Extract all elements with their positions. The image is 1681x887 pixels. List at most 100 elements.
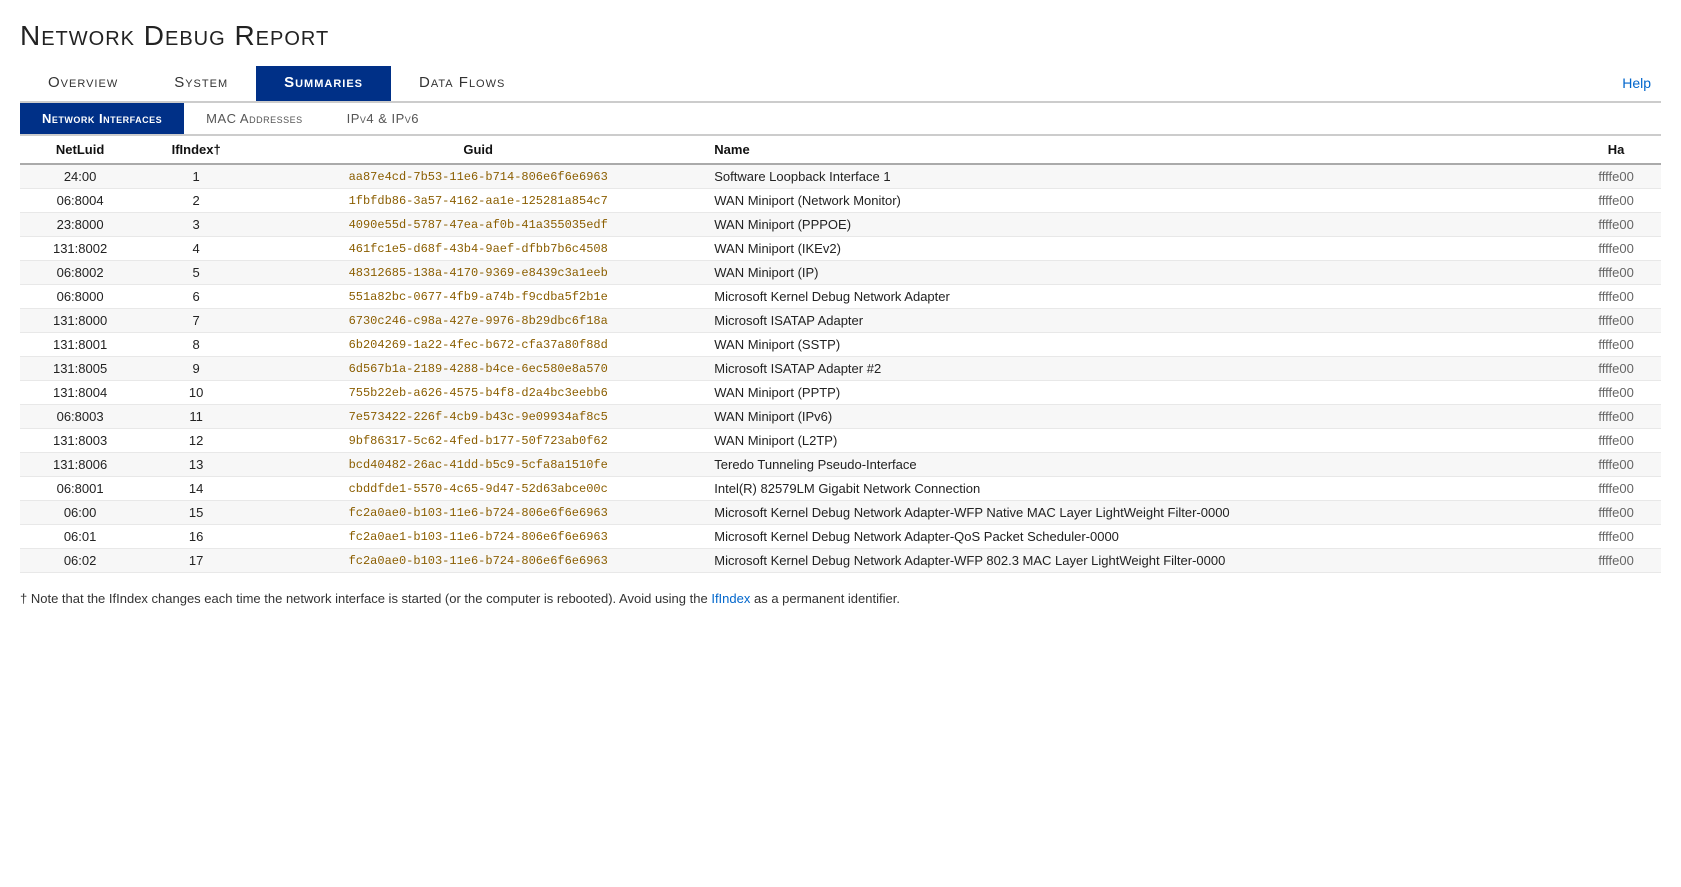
cell-netluid: 24:00 (20, 164, 140, 189)
cell-ifindex: 10 (140, 381, 252, 405)
cell-guid: 461fc1e5-d68f-43b4-9aef-dfbb7b6c4508 (252, 237, 704, 261)
cell-name: WAN Miniport (IP) (704, 261, 1571, 285)
cell-netluid: 131:8003 (20, 429, 140, 453)
cell-netluid: 06:00 (20, 501, 140, 525)
cell-name: WAN Miniport (L2TP) (704, 429, 1571, 453)
table-row: 131:8004 10 755b22eb-a626-4575-b4f8-d2a4… (20, 381, 1661, 405)
cell-ha: ffffe00 (1571, 501, 1661, 525)
cell-ifindex: 7 (140, 309, 252, 333)
cell-ha: ffffe00 (1571, 549, 1661, 573)
cell-name: Microsoft ISATAP Adapter #2 (704, 357, 1571, 381)
table-row: 06:8001 14 cbddfde1-5570-4c65-9d47-52d63… (20, 477, 1661, 501)
sub-nav: Network Interfaces MAC Addresses IPv4 & … (20, 103, 1661, 135)
cell-netluid: 131:8004 (20, 381, 140, 405)
cell-name: Teredo Tunneling Pseudo-Interface (704, 453, 1571, 477)
cell-netluid: 06:01 (20, 525, 140, 549)
subnav-ipv4-ipv6[interactable]: IPv4 & IPv6 (325, 103, 441, 134)
cell-netluid: 131:8001 (20, 333, 140, 357)
cell-netluid: 23:8000 (20, 213, 140, 237)
table-row: 131:8001 8 6b204269-1a22-4fec-b672-cfa37… (20, 333, 1661, 357)
cell-netluid: 131:8006 (20, 453, 140, 477)
cell-ifindex: 15 (140, 501, 252, 525)
cell-ha: ffffe00 (1571, 453, 1661, 477)
table-row: 06:8000 6 551a82bc-0677-4fb9-a74b-f9cdba… (20, 285, 1661, 309)
cell-ifindex: 11 (140, 405, 252, 429)
subnav-mac-addresses[interactable]: MAC Addresses (184, 103, 324, 134)
nav-overview[interactable]: Overview (20, 66, 146, 101)
cell-guid: 9bf86317-5c62-4fed-b177-50f723ab0f62 (252, 429, 704, 453)
cell-ha: ffffe00 (1571, 261, 1661, 285)
main-nav: Overview System Summaries Data Flows Hel… (20, 66, 1661, 103)
cell-netluid: 06:8003 (20, 405, 140, 429)
cell-ifindex: 2 (140, 189, 252, 213)
table-row: 23:8000 3 4090e55d-5787-47ea-af0b-41a355… (20, 213, 1661, 237)
ifindex-link[interactable]: IfIndex (711, 591, 750, 606)
cell-name: WAN Miniport (PPPOE) (704, 213, 1571, 237)
nav-dataflows[interactable]: Data Flows (391, 66, 533, 101)
cell-ha: ffffe00 (1571, 429, 1661, 453)
cell-ifindex: 4 (140, 237, 252, 261)
cell-ha: ffffe00 (1571, 237, 1661, 261)
cell-name: WAN Miniport (Network Monitor) (704, 189, 1571, 213)
table-row: 06:01 16 fc2a0ae1-b103-11e6-b724-806e6f6… (20, 525, 1661, 549)
help-link[interactable]: Help (1622, 75, 1651, 91)
cell-name: WAN Miniport (IKEv2) (704, 237, 1571, 261)
cell-guid: 551a82bc-0677-4fb9-a74b-f9cdba5f2b1e (252, 285, 704, 309)
table-row: 06:8002 5 48312685-138a-4170-9369-e8439c… (20, 261, 1661, 285)
cell-netluid: 131:8002 (20, 237, 140, 261)
table-row: 06:00 15 fc2a0ae0-b103-11e6-b724-806e6f6… (20, 501, 1661, 525)
cell-name: Intel(R) 82579LM Gigabit Network Connect… (704, 477, 1571, 501)
cell-name: Microsoft Kernel Debug Network Adapter-W… (704, 501, 1571, 525)
cell-netluid: 06:8001 (20, 477, 140, 501)
cell-ifindex: 13 (140, 453, 252, 477)
cell-ha: ffffe00 (1571, 213, 1661, 237)
cell-ifindex: 5 (140, 261, 252, 285)
cell-ifindex: 14 (140, 477, 252, 501)
col-ha: Ha (1571, 136, 1661, 165)
cell-name: Microsoft Kernel Debug Network Adapter (704, 285, 1571, 309)
cell-name: Microsoft ISATAP Adapter (704, 309, 1571, 333)
cell-name: Microsoft Kernel Debug Network Adapter-Q… (704, 525, 1571, 549)
cell-ifindex: 17 (140, 549, 252, 573)
cell-guid: 48312685-138a-4170-9369-e8439c3a1eeb (252, 261, 704, 285)
cell-ifindex: 6 (140, 285, 252, 309)
cell-ha: ffffe00 (1571, 309, 1661, 333)
cell-guid: 7e573422-226f-4cb9-b43c-9e09934af8c5 (252, 405, 704, 429)
cell-ifindex: 3 (140, 213, 252, 237)
cell-guid: 755b22eb-a626-4575-b4f8-d2a4bc3eebb6 (252, 381, 704, 405)
table-container: NetLuid IfIndex† Guid Name Ha 24:00 1 aa… (20, 135, 1661, 573)
table-row: 06:8004 2 1fbfdb86-3a57-4162-aa1e-125281… (20, 189, 1661, 213)
cell-ha: ffffe00 (1571, 405, 1661, 429)
cell-name: WAN Miniport (IPv6) (704, 405, 1571, 429)
subnav-network-interfaces[interactable]: Network Interfaces (20, 103, 184, 134)
nav-summaries[interactable]: Summaries (256, 66, 391, 101)
table-row: 131:8002 4 461fc1e5-d68f-43b4-9aef-dfbb7… (20, 237, 1661, 261)
cell-ha: ffffe00 (1571, 333, 1661, 357)
cell-name: WAN Miniport (PPTP) (704, 381, 1571, 405)
table-row: 131:8000 7 6730c246-c98a-427e-9976-8b29d… (20, 309, 1661, 333)
table-row: 131:8006 13 bcd40482-26ac-41dd-b5c9-5cfa… (20, 453, 1661, 477)
cell-ha: ffffe00 (1571, 189, 1661, 213)
cell-ifindex: 9 (140, 357, 252, 381)
footnote: † Note that the IfIndex changes each tim… (20, 591, 1661, 606)
cell-netluid: 06:8004 (20, 189, 140, 213)
table-row: 24:00 1 aa87e4cd-7b53-11e6-b714-806e6f6e… (20, 164, 1661, 189)
cell-ifindex: 1 (140, 164, 252, 189)
cell-guid: 1fbfdb86-3a57-4162-aa1e-125281a854c7 (252, 189, 704, 213)
nav-system[interactable]: System (146, 66, 256, 101)
cell-ha: ffffe00 (1571, 525, 1661, 549)
table-row: 06:8003 11 7e573422-226f-4cb9-b43c-9e099… (20, 405, 1661, 429)
cell-guid: 6d567b1a-2189-4288-b4ce-6ec580e8a570 (252, 357, 704, 381)
table-row: 131:8005 9 6d567b1a-2189-4288-b4ce-6ec58… (20, 357, 1661, 381)
cell-netluid: 06:8000 (20, 285, 140, 309)
cell-guid: fc2a0ae0-b103-11e6-b724-806e6f6e6963 (252, 549, 704, 573)
network-interfaces-table: NetLuid IfIndex† Guid Name Ha 24:00 1 aa… (20, 135, 1661, 573)
table-row: 06:02 17 fc2a0ae0-b103-11e6-b724-806e6f6… (20, 549, 1661, 573)
cell-ha: ffffe00 (1571, 285, 1661, 309)
cell-name: WAN Miniport (SSTP) (704, 333, 1571, 357)
page: Network Debug Report Overview System Sum… (0, 0, 1681, 887)
cell-guid: 6b204269-1a22-4fec-b672-cfa37a80f88d (252, 333, 704, 357)
cell-netluid: 06:8002 (20, 261, 140, 285)
col-name: Name (704, 136, 1571, 165)
cell-ha: ffffe00 (1571, 477, 1661, 501)
